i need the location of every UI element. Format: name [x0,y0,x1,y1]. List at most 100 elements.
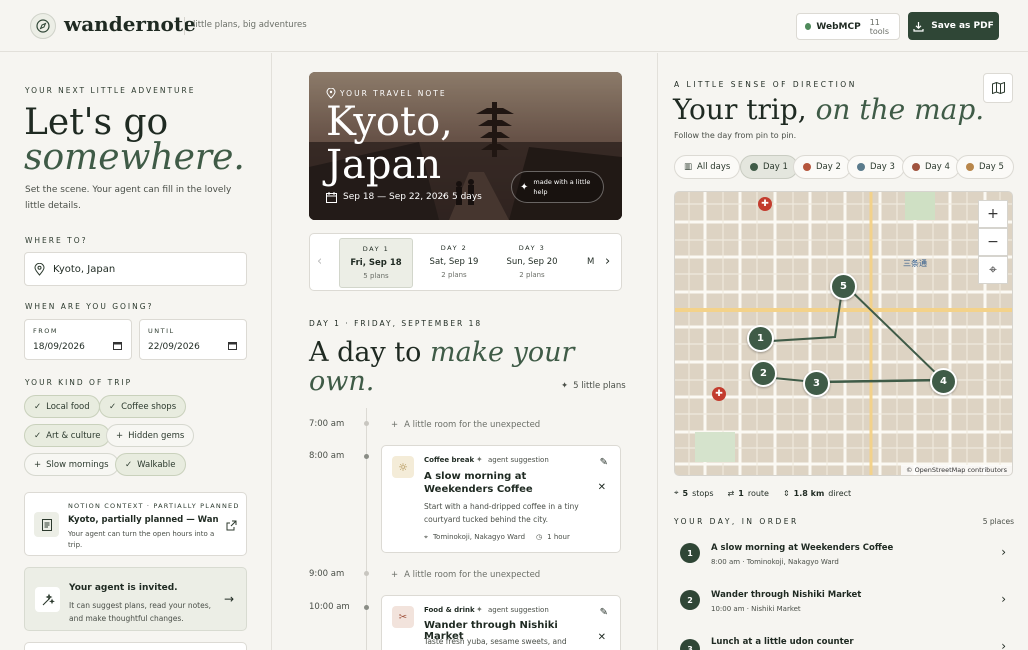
add-slot-7am[interactable]: + A little room for the unexpected [391,420,540,430]
day-kicker: DAY 1 · FRIDAY, SEPTEMBER 18 [309,319,483,328]
webmcp-status-button[interactable]: WebMCP 11 tools [796,13,900,40]
app-logo[interactable]: wandernote [64,12,196,36]
trip-map[interactable]: ✚ ✚ 三条通 1 2 3 4 5 + − ⌖ © OpenStreetMap … [674,191,1013,476]
map-icon[interactable] [983,73,1013,103]
zoom-in-button[interactable]: + [978,200,1008,228]
map-pin-4[interactable]: 4 [930,368,957,395]
external-link-icon[interactable] [226,520,237,531]
event-card-market[interactable]: ✂ Food & drink ✦ agent suggestion ✎ ✕ Wa… [381,595,621,650]
agent-invite-card[interactable]: Your agent is invited. It can suggest pl… [24,567,247,631]
map-street-label: 三条通 [903,259,927,268]
notion-kicker: NOTION CONTEXT · PARTIALLY PLANNED [68,502,240,510]
map-pin-1[interactable]: 1 [747,325,774,352]
time-label: 8:00 am [309,451,345,461]
chip-art-culture[interactable]: ✓ Art & culture [24,424,111,447]
edit-icon[interactable]: ✎ [600,607,608,618]
destination-field[interactable]: Kyoto, Japan [24,252,247,286]
save-pdf-button[interactable]: Save as PDF [908,12,999,40]
save-pdf-label: Save as PDF [931,21,994,31]
filter-day-2[interactable]: Day 2 [793,155,851,179]
map-title-b: on the map. [815,93,985,126]
hero-dates: Sep 18 — Sep 22, 2026 [343,192,449,202]
chip-slow-mornings[interactable]: + Slow mornings [24,453,119,476]
tab-day-2[interactable]: DAY 2 Sat, Sep 19 2 plans [417,238,491,288]
locate-icon[interactable]: ⌖ [978,256,1008,284]
order-item-1[interactable]: 1 A slow morning at Weekenders Coffee 8:… [674,539,1014,583]
order-item-3[interactable]: 3 Lunch at a little udon counter › [674,633,1014,650]
filter-day-1[interactable]: Day 1 [740,155,798,179]
map-pin-5[interactable]: 5 [830,273,857,300]
hero-country: Japan [326,142,442,188]
order-number: 3 [680,639,700,650]
chip-label: Art & culture [46,430,101,441]
plus-icon: + [391,570,399,580]
chevron-right-icon[interactable]: › [1001,545,1006,559]
chip-local-food[interactable]: ✓ Local food [24,395,100,418]
webmcp-label: WebMCP [816,21,861,32]
filter-day-3[interactable]: Day 3 [847,155,905,179]
order-item-2[interactable]: 2 Wander through Nishiki Market 10:00 am… [674,586,1014,630]
tab-day-1[interactable]: DAY 1 Fri, Sep 18 5 plans [339,238,413,288]
hero-days: 5 days [452,192,482,202]
map-title: Your trip, on the map. [673,96,984,124]
map-attribution[interactable]: © OpenStreetMap contributors [901,465,1012,475]
chip-label: Day 5 [979,162,1004,172]
map-pin-3[interactable]: 3 [803,370,830,397]
stops-label: stops [692,488,714,498]
event-card-coffee[interactable]: ☼ Coffee break ✦ agent suggestion ✎ ✕ A … [381,445,621,553]
timeline-line [366,408,367,650]
poi-marker-icon[interactable]: ✚ [712,387,726,401]
chevron-left-icon[interactable]: ‹ [317,254,322,269]
filter-day-4[interactable]: Day 4 [902,155,960,179]
tab-plans: 2 plans [519,271,545,279]
chip-hidden-gems[interactable]: + Hidden gems [106,424,195,447]
day-title-c: own. [309,366,375,397]
filter-day-5[interactable]: Day 5 [956,155,1014,179]
chip-walkable[interactable]: ✓ Walkable [115,453,186,476]
filter-all-days[interactable]: ▥ All days [674,155,741,179]
when-label: WHEN ARE YOU GOING? [25,302,154,311]
event-category: Food & drink [424,606,475,614]
notion-context-card[interactable]: NOTION CONTEXT · PARTIALLY PLANNED Kyoto… [24,492,247,556]
sun-icon: ☼ [392,456,414,478]
calendar-icon[interactable] [113,341,122,350]
arrow-right-icon[interactable]: → [224,592,234,606]
map-subtitle: Follow the day from pin to pin. [674,131,797,140]
until-date-value: 22/09/2026 [148,342,200,352]
map-pin-2[interactable]: 2 [750,360,777,387]
setup-subtitle: Set the scene. Your agent can fill in th… [25,185,232,211]
status-dot-icon [805,23,812,30]
notion-title: Kyoto, partially planned — WanderN... [68,515,218,525]
calendar-icon[interactable] [228,341,237,350]
map-stats: ⌖ 5 stops ⇄ 1 route ⇕ 1.8 km direct [674,488,851,498]
chip-label: All days [697,162,731,172]
tab-date: Fri, Sep 18 [350,258,402,268]
travel-note-hero: YOUR TRAVEL NOTE Kyoto, Japan Sep 18 — S… [309,72,622,220]
chip-coffee-shops[interactable]: ✓ Coffee shops [99,395,187,418]
invite-desc: It can suggest plans, read your notes, a… [69,601,212,623]
chip-label: Walkable [137,459,176,470]
chevron-right-icon[interactable]: › [1001,592,1006,606]
chevron-right-icon[interactable]: › [605,254,610,269]
kind-label: YOUR KIND OF TRIP [25,378,133,387]
add-slot-9am[interactable]: + A little room for the unexpected [391,570,540,580]
day-title-a: A day to [309,337,422,368]
map-kicker: A LITTLE SENSE OF DIRECTION [674,80,857,89]
close-icon[interactable]: ✕ [598,632,606,643]
zoom-out-button[interactable]: − [978,228,1008,256]
compass-icon[interactable] [30,13,56,39]
tab-day-4-partial[interactable]: M [587,257,594,267]
chevron-right-icon[interactable]: › [1001,639,1006,650]
tab-day-3[interactable]: DAY 3 Sun, Sep 20 2 plans [495,238,569,288]
event-place: Tominokoji, Nakagyo Ward [432,533,526,541]
close-icon[interactable]: ✕ [598,482,606,493]
order-title: Lunch at a little udon counter [711,637,854,647]
from-date-field[interactable]: FROM 18/09/2026 [24,319,132,360]
calendar-icon [326,192,337,203]
edit-icon[interactable]: ✎ [600,457,608,468]
poi-marker-icon[interactable]: ✚ [758,197,772,211]
until-date-field[interactable]: UNTIL 22/09/2026 [139,319,247,360]
itinerary-panel: YOUR TRAVEL NOTE Kyoto, Japan Sep 18 — S… [273,53,658,650]
chip-label: Local food [46,401,90,412]
check-icon: ✓ [34,401,42,412]
